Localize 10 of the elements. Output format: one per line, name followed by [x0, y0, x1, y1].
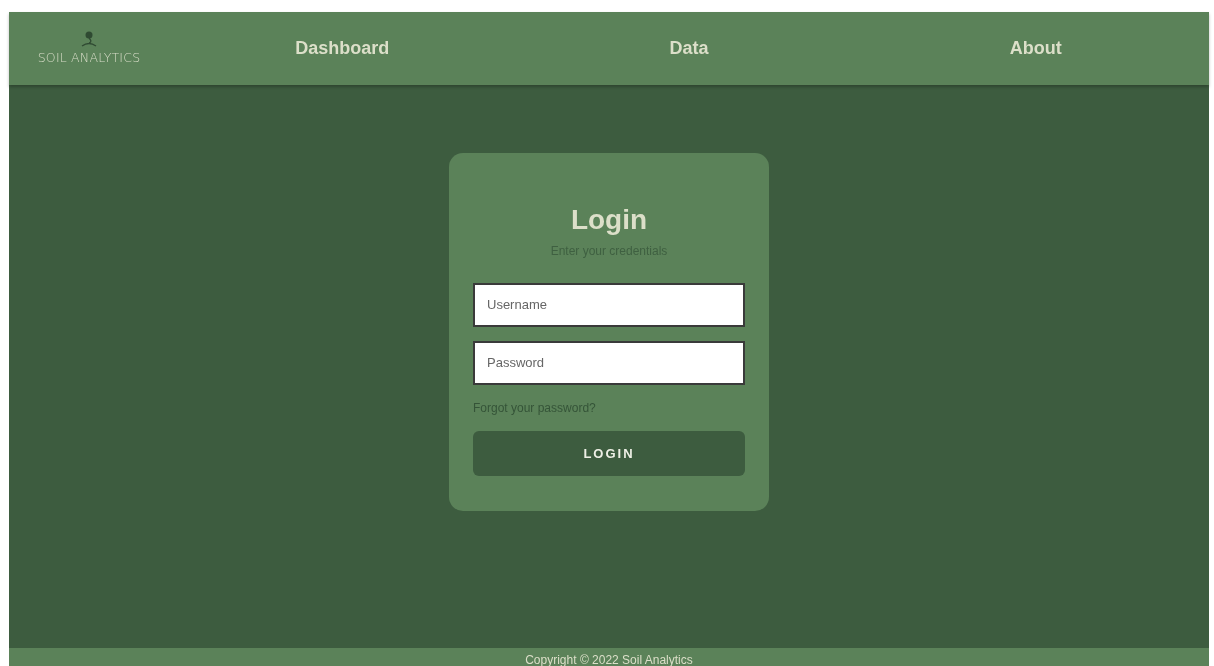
nav-link[interactable]: Data	[669, 35, 709, 62]
nav-link[interactable]: About	[1009, 35, 1062, 62]
logo-icon	[79, 29, 99, 48]
nav-link[interactable]: Dashboard	[295, 35, 390, 62]
copyright-text: Copyright © 2022 Soil Analytics	[525, 652, 693, 666]
brand-name: SOIL ANALYTICS	[37, 48, 141, 67]
login-button[interactable]: LOGIN	[473, 430, 745, 476]
input-field[interactable]: Username	[473, 282, 745, 327]
input-field[interactable]: Password	[473, 340, 745, 385]
login-title: Login	[570, 205, 648, 236]
